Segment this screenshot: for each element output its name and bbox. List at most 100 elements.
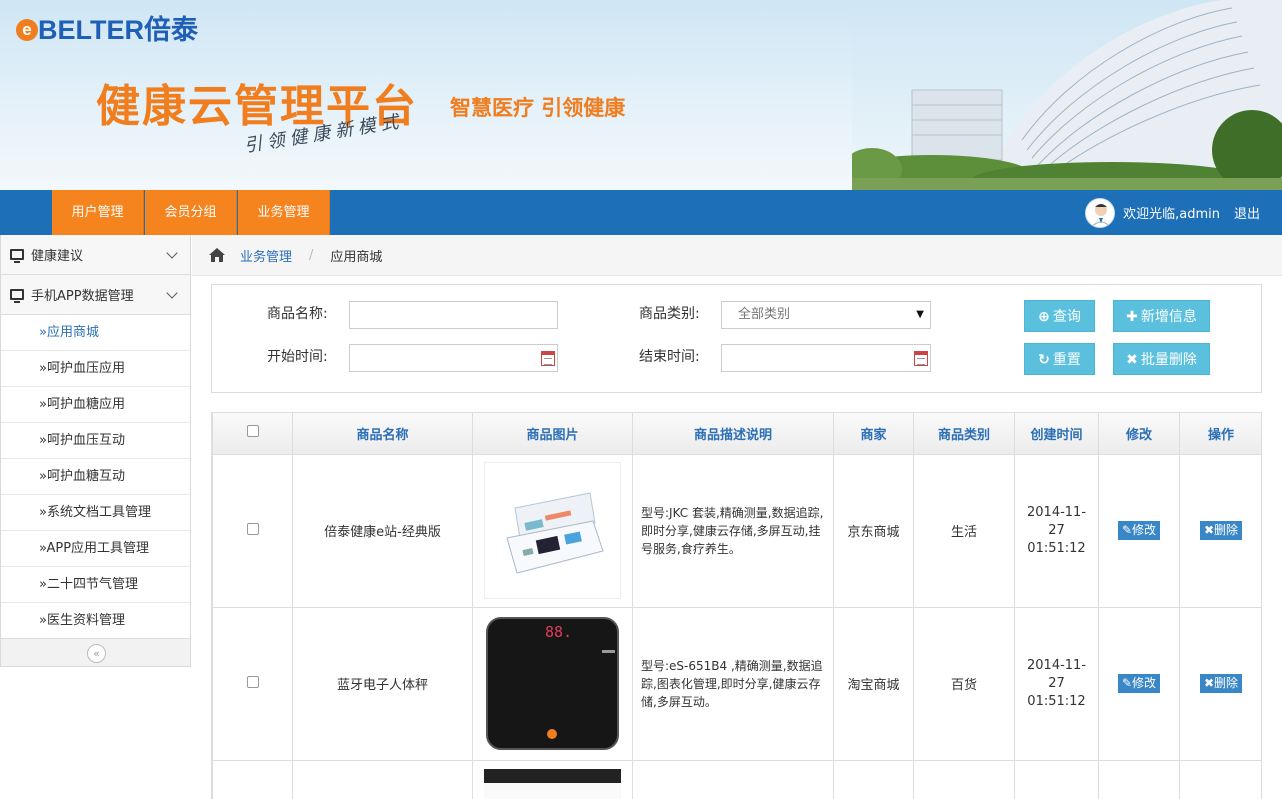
product-image-cell bbox=[472, 759, 633, 799]
row-select-cell bbox=[212, 606, 293, 761]
category-cell bbox=[913, 759, 1015, 799]
hospital-building-image bbox=[852, 0, 1282, 190]
edit-cell: ✎修改 bbox=[1098, 606, 1180, 761]
edit-icon: ✎ bbox=[1121, 523, 1133, 537]
table-row: 蓝牙电子人体秤 88. 型号:eS-651B4 ,精确测量,数据追踪,图表化管理… bbox=[212, 606, 1261, 761]
logo-text: BELTER倍泰 bbox=[38, 15, 198, 45]
sidebar-group-health-advice[interactable]: 健康建议 bbox=[1, 235, 190, 275]
category-selected-value: 全部类别 bbox=[738, 307, 791, 322]
created-time-cell: 2014-11-27 01:51:12 bbox=[1014, 453, 1099, 608]
calendar-icon[interactable] bbox=[541, 351, 555, 366]
merchant-cell bbox=[833, 759, 914, 799]
product-image-top bbox=[484, 768, 621, 783]
row-select-cell bbox=[212, 453, 293, 608]
batch-delete-button-label: 批量删除 bbox=[1140, 352, 1197, 368]
monitor-icon bbox=[10, 289, 24, 303]
user-area: 欢迎光临,admin 退出 bbox=[1085, 190, 1282, 235]
welcome-text: 欢迎光临,admin bbox=[1123, 207, 1220, 222]
edit-button[interactable]: ✎修改 bbox=[1117, 674, 1161, 693]
created-time-cell bbox=[1014, 759, 1099, 799]
delete-button-label: 删除 bbox=[1214, 523, 1239, 537]
table-row: 倍泰健康e站-经典版 型号:JKC 套装,精确测量,数据追踪,即时分享,健康云存… bbox=[212, 453, 1261, 608]
select-all-checkbox[interactable] bbox=[246, 425, 259, 438]
delete-icon: ✖ bbox=[1203, 676, 1215, 690]
delete-button[interactable]: ✖删除 bbox=[1199, 674, 1243, 693]
calendar-icon[interactable] bbox=[914, 351, 928, 366]
batch-delete-button[interactable]: ✖ 批量删除 bbox=[1113, 343, 1210, 375]
merchant-cell: 淘宝商城 bbox=[833, 606, 914, 761]
breadcrumb: 业务管理 / 应用商城 bbox=[192, 235, 1282, 276]
avatar bbox=[1085, 197, 1116, 228]
query-button-label: 查询 bbox=[1052, 309, 1081, 325]
column-header: 商品图片 bbox=[472, 413, 633, 455]
chevron-down-icon bbox=[166, 287, 178, 299]
merchant-cell: 京东商城 bbox=[833, 453, 914, 608]
home-icon[interactable] bbox=[208, 247, 226, 263]
product-category-label: 商品类别: bbox=[639, 306, 700, 322]
query-button[interactable]: ⊕ 查询 bbox=[1024, 300, 1095, 332]
created-time-cell: 2014-11-27 01:51:12 bbox=[1014, 606, 1099, 761]
delete-button-label: 删除 bbox=[1214, 676, 1239, 690]
edit-button-label: 修改 bbox=[1132, 676, 1157, 690]
breadcrumb-parent-link[interactable]: 业务管理 bbox=[240, 246, 292, 265]
select-all-header bbox=[212, 413, 293, 455]
header-banner: e BELTER倍泰 健康云管理平台 智慧医疗 引领健康 引领健康新模式 bbox=[0, 0, 1282, 190]
logout-link[interactable]: 退出 bbox=[1234, 203, 1260, 222]
product-description-cell: 型号:JKC 套装,精确测量,数据追踪,即时分享,健康云存储,多屏互动,挂号服务… bbox=[632, 453, 834, 608]
sidebar-item-bp-app[interactable]: »呵护血压应用 bbox=[1, 351, 190, 387]
dropdown-arrow-icon: ▼ bbox=[916, 309, 924, 320]
sidebar-item-app-tools[interactable]: »APP应用工具管理 bbox=[1, 531, 190, 567]
plus-icon: ✚ bbox=[1126, 309, 1138, 325]
add-info-button[interactable]: ✚ 新增信息 bbox=[1113, 300, 1210, 332]
start-time-input[interactable] bbox=[349, 344, 558, 372]
chevron-down-icon bbox=[166, 247, 178, 259]
brand-logo: e BELTER倍泰 bbox=[16, 14, 198, 46]
product-table: 商品名称 商品图片 商品描述说明 商家 商品类别 创建时间 修改 操作 倍泰健康… bbox=[211, 412, 1262, 799]
collapse-sidebar-button[interactable]: « bbox=[87, 644, 106, 663]
refresh-icon: ↻ bbox=[1038, 352, 1050, 368]
sidebar-item-doctor-profiles[interactable]: »医生资料管理 bbox=[1, 603, 190, 639]
row-checkbox[interactable] bbox=[246, 522, 259, 535]
reset-button[interactable]: ↻ 重置 bbox=[1024, 343, 1095, 375]
search-icon: ⊕ bbox=[1038, 309, 1050, 325]
close-icon: ✖ bbox=[1126, 352, 1138, 368]
end-time-input[interactable] bbox=[721, 344, 931, 372]
action-cell: ✖删除 bbox=[1179, 453, 1261, 608]
product-description-cell: 型号:eS-651B4 ,精确测量,数据追踪,图表化管理,即时分享,健康云存储,… bbox=[632, 606, 834, 761]
logo-e-icon: e bbox=[16, 19, 38, 41]
sidebar-item-bp-interaction[interactable]: »呵护血压互动 bbox=[1, 423, 190, 459]
edit-button-label: 修改 bbox=[1132, 523, 1157, 537]
column-header: 商品名称 bbox=[292, 413, 473, 455]
breadcrumb-separator: / bbox=[309, 247, 314, 263]
column-header: 商品描述说明 bbox=[632, 413, 834, 455]
nav-tab-member-groups[interactable]: 会员分组 bbox=[145, 190, 237, 235]
sidebar-item-solar-terms[interactable]: »二十四节气管理 bbox=[1, 567, 190, 603]
product-name-cell: 倍泰健康e站-经典版 bbox=[292, 453, 473, 608]
row-select-cell bbox=[212, 759, 293, 799]
product-name-input[interactable] bbox=[349, 301, 558, 329]
product-name-cell: 蓝牙电子人体秤 bbox=[292, 606, 473, 761]
nav-tab-user-management[interactable]: 用户管理 bbox=[52, 190, 144, 235]
sidebar-item-doc-tools[interactable]: »系统文档工具管理 bbox=[1, 495, 190, 531]
delete-button[interactable]: ✖删除 bbox=[1199, 521, 1243, 540]
edit-button[interactable]: ✎修改 bbox=[1117, 521, 1161, 540]
product-category-select[interactable]: 全部类别 ▼ bbox=[721, 301, 931, 329]
sidebar-item-glucose-interaction[interactable]: »呵护血糖互动 bbox=[1, 459, 190, 495]
edit-icon: ✎ bbox=[1121, 676, 1133, 690]
column-header: 创建时间 bbox=[1014, 413, 1099, 455]
sidebar-item-app-store[interactable]: »应用商城 bbox=[1, 315, 190, 351]
column-header: 修改 bbox=[1098, 413, 1180, 455]
action-cell: ✖删除 bbox=[1179, 606, 1261, 761]
sidebar-group-label: 手机APP数据管理 bbox=[31, 289, 134, 304]
breadcrumb-current: 应用商城 bbox=[330, 249, 383, 265]
sidebar: 健康建议 手机APP数据管理 »应用商城 »呵护血压应用 »呵护血糖应用 »呵护… bbox=[0, 235, 191, 667]
table-header-row: 商品名称 商品图片 商品描述说明 商家 商品类别 创建时间 修改 操作 bbox=[212, 413, 1261, 455]
row-checkbox[interactable] bbox=[246, 675, 259, 688]
product-name-label: 商品名称: bbox=[267, 306, 328, 322]
column-header: 商品类别 bbox=[913, 413, 1015, 455]
monitor-icon bbox=[10, 249, 24, 263]
sidebar-item-glucose-app[interactable]: »呵护血糖应用 bbox=[1, 387, 190, 423]
sidebar-group-label: 健康建议 bbox=[31, 249, 84, 264]
sidebar-group-app-data[interactable]: 手机APP数据管理 bbox=[1, 275, 190, 315]
nav-tab-business-management[interactable]: 业务管理 bbox=[238, 190, 330, 235]
